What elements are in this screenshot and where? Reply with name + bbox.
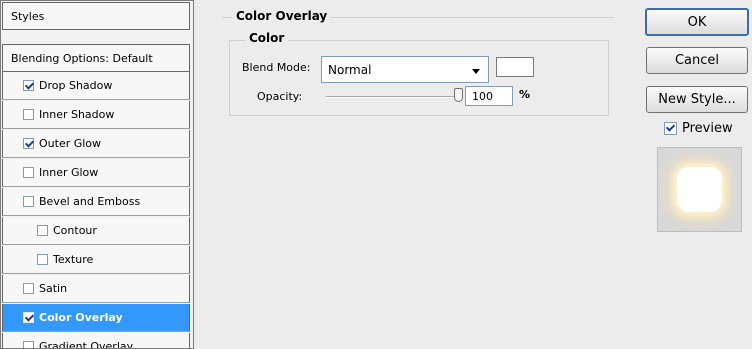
style-item-label: Gradient Overlay	[39, 340, 134, 349]
opacity-slider-track[interactable]	[326, 96, 458, 98]
style-item-label: Satin	[39, 282, 68, 295]
style-item-label: Drop Shadow	[39, 79, 113, 92]
style-item-checkbox[interactable]	[23, 138, 34, 149]
style-item-color-overlay[interactable]: Color Overlay	[2, 304, 190, 332]
new-style-button[interactable]: New Style...	[646, 86, 748, 113]
opacity-unit: %	[519, 88, 531, 101]
style-item-inner-shadow[interactable]: Inner Shadow	[2, 101, 190, 129]
style-item-label: Inner Shadow	[39, 108, 115, 121]
style-item-checkbox[interactable]	[23, 167, 34, 178]
preview-checkbox-row[interactable]: Preview	[664, 121, 733, 136]
style-item-checkbox[interactable]	[23, 283, 34, 294]
style-item-checkbox[interactable]	[37, 225, 48, 236]
blend-mode-value: Normal	[328, 62, 372, 77]
style-item-satin[interactable]: Satin	[2, 275, 190, 303]
cancel-button[interactable]: Cancel	[646, 47, 748, 74]
ok-button[interactable]: OK	[645, 8, 749, 36]
style-item-checkbox[interactable]	[23, 341, 34, 349]
color-group-title: Color	[245, 31, 289, 45]
style-item-label: Inner Glow	[39, 166, 99, 179]
blend-mode-select[interactable]: Normal	[321, 56, 489, 83]
style-item-drop-shadow[interactable]: Drop Shadow	[2, 72, 190, 100]
style-item-checkbox[interactable]	[37, 254, 48, 265]
opacity-value: 100	[472, 89, 493, 103]
chevron-down-icon	[472, 69, 480, 74]
preview-label: Preview	[682, 121, 733, 136]
style-item-label: Texture	[53, 253, 94, 266]
style-item-texture[interactable]: Texture	[2, 246, 190, 274]
ok-label: OK	[687, 14, 707, 30]
style-item-checkbox[interactable]	[23, 196, 34, 207]
style-item-bevel-and-emboss[interactable]: Bevel and Emboss	[2, 188, 190, 216]
new-style-label: New Style...	[658, 92, 736, 107]
styles-header[interactable]: Styles	[2, 2, 190, 30]
blending-options-label: Blending Options: Default	[11, 51, 153, 65]
opacity-label: Opacity:	[257, 90, 303, 103]
overlay-color-swatch[interactable]	[496, 57, 534, 77]
style-item-gradient-overlay[interactable]: Gradient Overlay	[2, 333, 190, 349]
opacity-slider-thumb[interactable]	[453, 88, 463, 102]
preview-thumbnail	[657, 147, 742, 232]
styles-header-label: Styles	[11, 9, 45, 23]
style-item-outer-glow[interactable]: Outer Glow	[2, 130, 190, 158]
preview-checkbox[interactable]	[664, 122, 677, 135]
style-item-contour[interactable]: Contour	[2, 217, 190, 245]
blending-options-item[interactable]: Blending Options: Default	[2, 44, 190, 72]
opacity-input[interactable]: 100	[465, 86, 513, 106]
style-item-inner-glow[interactable]: Inner Glow	[2, 159, 190, 187]
cancel-label: Cancel	[674, 53, 720, 68]
style-item-checkbox[interactable]	[23, 80, 34, 91]
style-item-label: Color Overlay	[39, 311, 123, 324]
color-overlay-title: Color Overlay	[232, 9, 332, 23]
styles-panel: Styles Blending Options: Default Drop Sh…	[0, 0, 194, 349]
blend-mode-label: Blend Mode:	[242, 61, 311, 74]
preview-glow-shape	[677, 167, 722, 212]
style-item-label: Outer Glow	[39, 137, 102, 150]
style-item-checkbox[interactable]	[23, 109, 34, 120]
style-item-label: Bevel and Emboss	[39, 195, 141, 208]
style-item-checkbox[interactable]	[23, 312, 34, 323]
style-item-label: Contour	[53, 224, 97, 237]
